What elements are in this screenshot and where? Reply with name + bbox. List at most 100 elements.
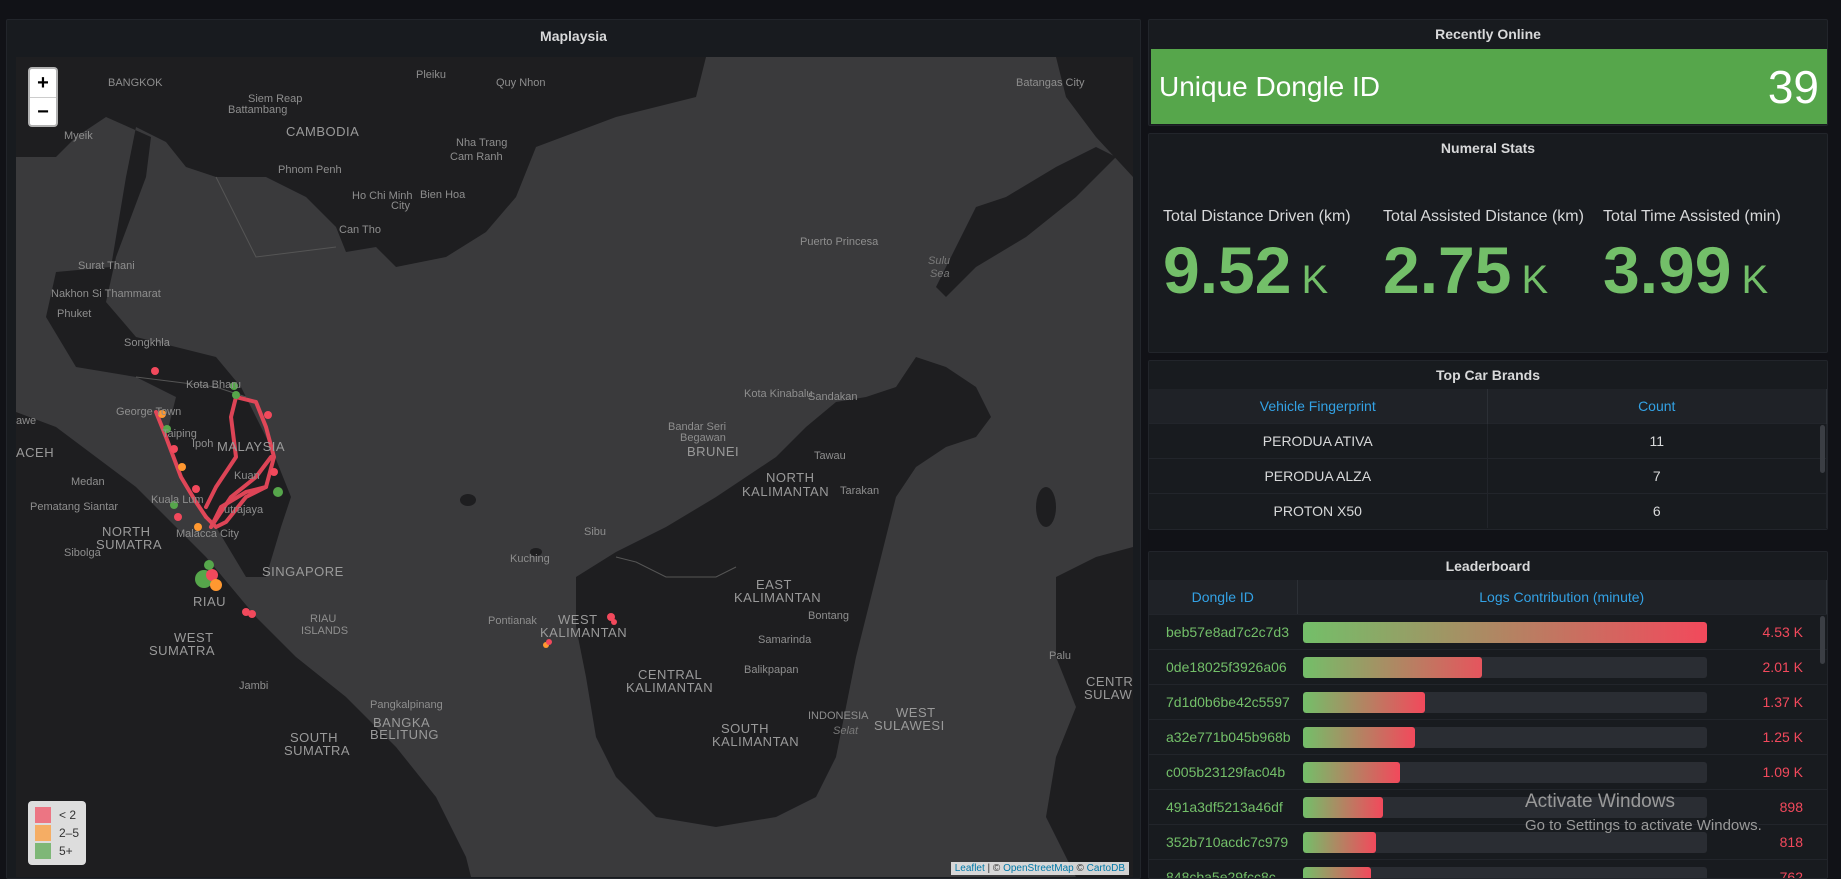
- map-label-sibolga: Sibolga: [64, 547, 101, 559]
- map-label-sulu: Sulu: [928, 255, 951, 267]
- map-label-kuantan: Kuan: [234, 470, 260, 482]
- map-label-singapore: SINGAPORE: [262, 564, 344, 579]
- legend-swatch: [35, 807, 51, 823]
- map-label-batangas: Batangas City: [1016, 77, 1085, 89]
- stat-number: 3.99: [1603, 233, 1732, 307]
- map-label-kota-kinabalu: Kota Kinabalu: [744, 388, 813, 400]
- stat-unit: K: [1521, 258, 1549, 302]
- contribution-bar: [1303, 622, 1707, 643]
- map-label-sandakan: Sandakan: [808, 391, 858, 403]
- leaderboard-header: Dongle ID Logs Contribution (minute): [1149, 580, 1827, 614]
- contribution-bar: [1303, 727, 1415, 748]
- map-label-putrajaya: utrajaya: [224, 504, 264, 516]
- map-label-indonesia: INDONESIA: [808, 710, 869, 722]
- map-label-riau: RIAU: [193, 594, 227, 609]
- table-row: 491a3df5213a46df 898: [1149, 789, 1827, 824]
- column-header-vehicle-fingerprint[interactable]: Vehicle Fingerprint: [1149, 389, 1488, 423]
- column-header-logs-contribution[interactable]: Logs Contribution (minute): [1297, 580, 1827, 614]
- map-label-nha-trang: Nha Trang: [456, 137, 508, 149]
- brands-table: Vehicle Fingerprint Count PERODUA ATIVA …: [1149, 389, 1827, 528]
- map-label-cam-ranh: Cam Ranh: [450, 151, 503, 163]
- contribution-bar-track: [1303, 867, 1707, 878]
- zoom-out-button[interactable]: −: [30, 97, 56, 125]
- map-label-kota-bharu: Kota Bharu: [186, 379, 242, 391]
- column-header-dongle-id[interactable]: Dongle ID: [1149, 580, 1298, 614]
- stat-title: Total Assisted Distance (km): [1383, 208, 1584, 225]
- contribution-bar-track: [1303, 832, 1707, 853]
- stat-number: 2.75: [1383, 233, 1512, 307]
- table-row: 7d1d0b6be42c5597 1.37 K: [1149, 684, 1827, 719]
- map-label-south-sumatra-2: SUMATRA: [284, 743, 351, 758]
- panel-title[interactable]: Top Car Brands: [1149, 361, 1827, 389]
- count-cell: 11: [1487, 422, 1827, 458]
- map-canvas[interactable]: BANGKOK Pleiku Quy Nhon Batangas City Si…: [16, 57, 1133, 877]
- contribution-bar: [1303, 832, 1377, 853]
- map-label-ipoh: Ipoh: [192, 438, 214, 450]
- map-label-jambi: Jambi: [239, 680, 269, 692]
- map-label-aceh: ACEH: [16, 445, 55, 460]
- panel-title[interactable]: Maplaysia: [7, 20, 1140, 52]
- map-label-east-kal: KALIMANTAN: [734, 590, 822, 605]
- legend-label: 5+: [59, 844, 73, 858]
- map-label-malaysia: MALAYSIA: [217, 439, 286, 454]
- map-label-tarakan: Tarakan: [840, 485, 880, 497]
- vehicle-fingerprint-cell: PERODUA ATIVA: [1149, 422, 1488, 458]
- map-label-bangka-2: BELITUNG: [370, 727, 440, 742]
- table-row: a32e771b045b968b 1.25 K: [1149, 719, 1827, 754]
- vehicle-fingerprint-cell: PERODUA ALZA: [1149, 457, 1488, 493]
- stat-total-distance: Total Distance Driven (km) 9.52 K: [1163, 208, 1383, 308]
- legend-swatch: [35, 843, 51, 859]
- map-legend: < 2 2–5 5+: [28, 801, 87, 865]
- map-label-samarinda: Samarinda: [758, 634, 812, 646]
- table-row: c005b23129fac04b 1.09 K: [1149, 754, 1827, 789]
- table-row: 0de18025f3926a06 2.01 K: [1149, 649, 1827, 684]
- legend-swatch: [35, 825, 51, 841]
- legend-label: < 2: [59, 808, 77, 822]
- stat-value: 2.75 K: [1383, 232, 1603, 308]
- leaflet-link[interactable]: Leaflet: [955, 863, 985, 874]
- dongle-id-cell: 7d1d0b6be42c5597: [1166, 694, 1290, 710]
- map-label-phuket: Phuket: [57, 308, 92, 320]
- count-cell: 7: [1487, 457, 1827, 493]
- panel-title[interactable]: Recently Online: [1149, 20, 1827, 48]
- map-label-awe: awe: [16, 415, 37, 427]
- stat-number: 9.52: [1163, 233, 1292, 307]
- map-label-malacca: Malacca City: [176, 528, 239, 540]
- panel-title[interactable]: Numeral Stats: [1149, 134, 1827, 162]
- top-car-brands-panel: Top Car Brands Vehicle Fingerprint Count…: [1148, 360, 1828, 530]
- count-cell: 6: [1487, 492, 1827, 528]
- contribution-bar: [1303, 797, 1383, 818]
- map-label-myeik: Myeik: [64, 130, 93, 142]
- contribution-bar: [1303, 692, 1425, 713]
- map-label-cambodia: CAMBODIA: [286, 124, 360, 139]
- unique-dongle-stat: Unique Dongle ID 39: [1151, 49, 1827, 124]
- osm-link[interactable]: OpenStreetMap: [1003, 863, 1074, 874]
- contribution-value: 1.09 K: [1762, 764, 1803, 780]
- map-label-riau-islands-2: ISLANDS: [301, 625, 349, 637]
- map-label-begawan: Begawan: [680, 432, 726, 444]
- numeral-stats-panel: Numeral Stats Total Distance Driven (km)…: [1148, 133, 1828, 353]
- stat-value: 39: [1767, 60, 1819, 113]
- zoom-in-button[interactable]: +: [30, 69, 56, 97]
- dongle-id-cell: c005b23129fac04b: [1166, 764, 1286, 780]
- map-label-quy-nhon: Quy Nhon: [496, 77, 546, 89]
- map-label-pontianak: Pontianak: [488, 615, 537, 627]
- map-label-tawau: Tawau: [814, 450, 846, 462]
- map-label-battambang: Battambang: [228, 104, 288, 116]
- map-label-bien-hoa: Bien Hoa: [420, 189, 466, 201]
- map-panel: Maplaysia BANGKOK Pleiku Quy Nhon Batang…: [6, 19, 1141, 879]
- stat-time-assisted: Total Time Assisted (min) 3.99 K: [1603, 208, 1823, 308]
- table-scrollbar[interactable]: [1820, 616, 1825, 664]
- map-label-west-kal: KALIMANTAN: [540, 625, 628, 640]
- column-header-count[interactable]: Count: [1487, 389, 1827, 423]
- cartodb-link[interactable]: CartoDB: [1087, 863, 1125, 874]
- table-scrollbar[interactable]: [1820, 425, 1825, 473]
- map-label-bontang: Bontang: [808, 610, 849, 622]
- dongle-id-cell: 848cba5e29fcc8c: [1166, 869, 1276, 879]
- map-label-songkhla: Songkhla: [124, 337, 170, 349]
- contribution-bar-track: [1303, 692, 1707, 713]
- map-geography: [16, 57, 1133, 877]
- contribution-value: 898: [1779, 799, 1803, 815]
- map-label-can-tho: Can Tho: [339, 224, 381, 236]
- panel-title[interactable]: Leaderboard: [1149, 552, 1827, 580]
